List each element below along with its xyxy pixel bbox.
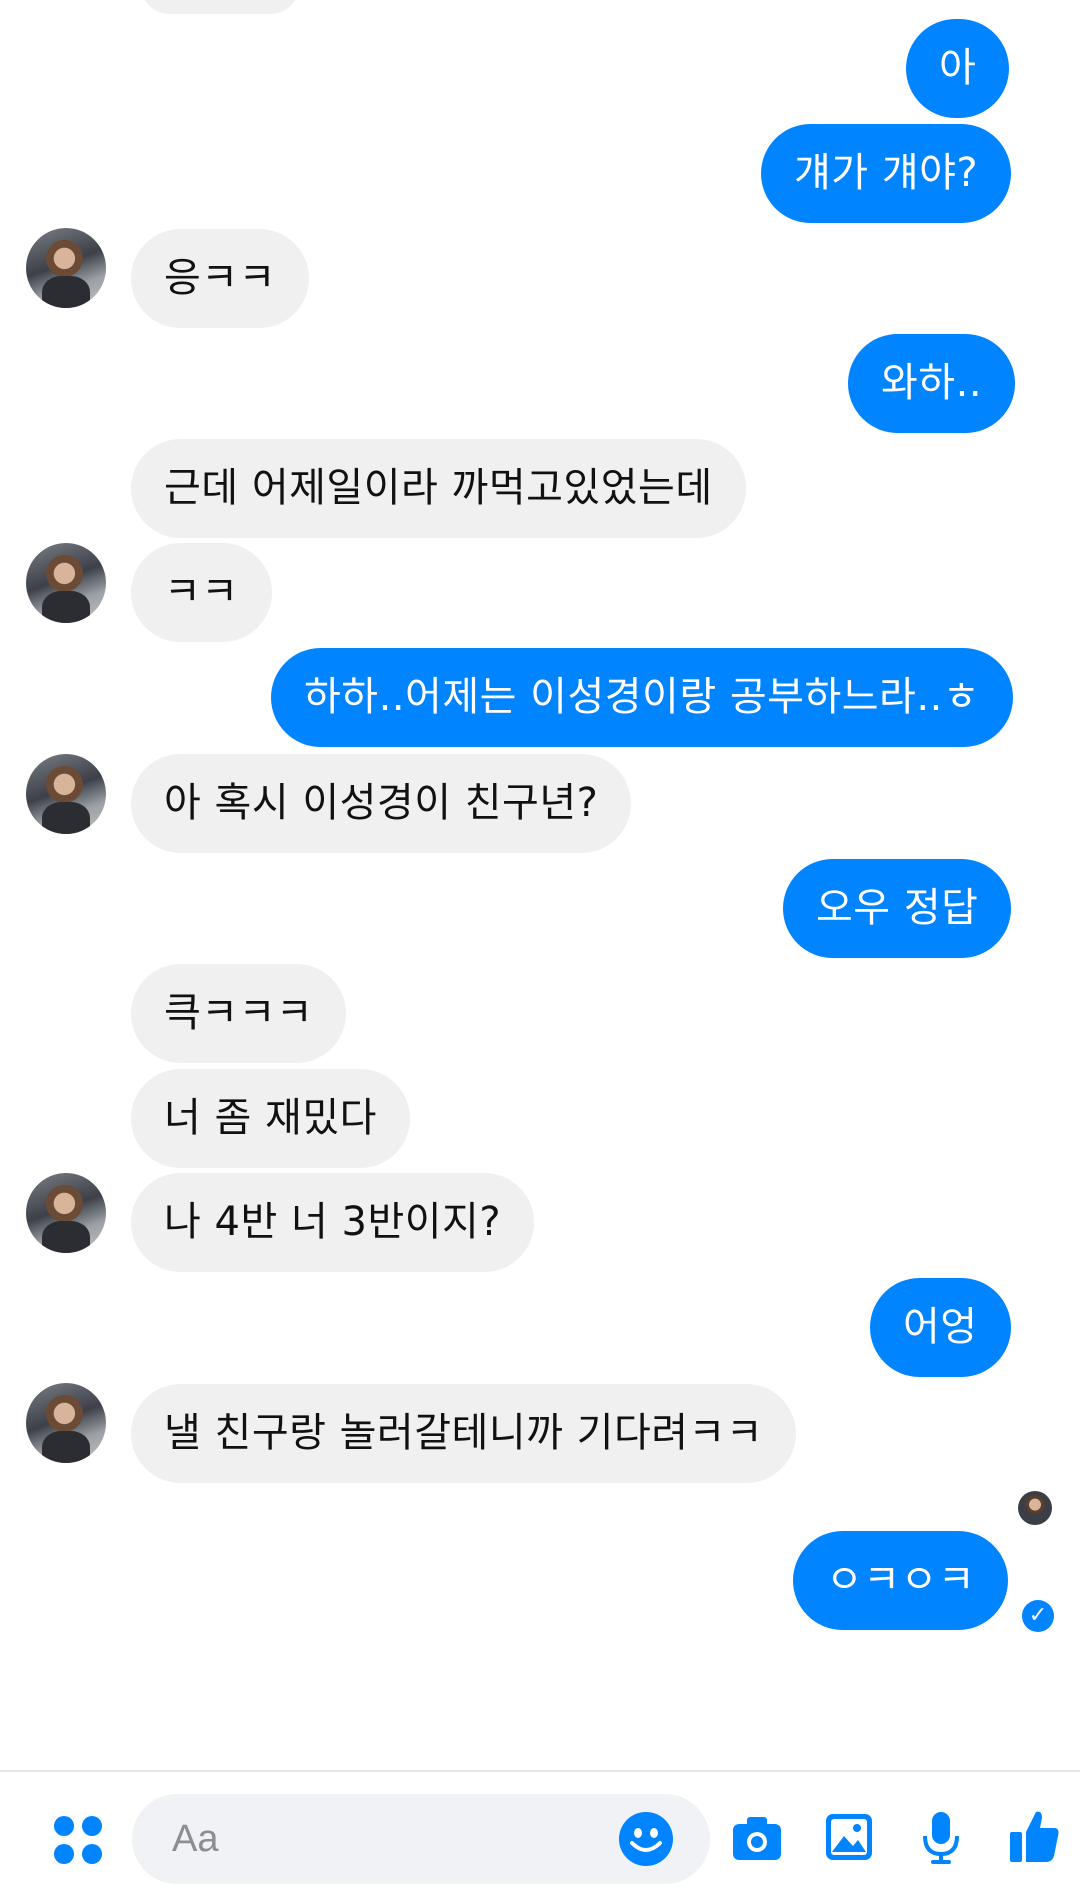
message-thread[interactable]: 아 걔가 걔야? 응ㅋㅋ 와하.. 근데 어제일이라 까먹고있었는데 ㅋㅋ 하하… (0, 0, 1080, 1770)
message-composer (0, 1770, 1080, 1892)
message-bubble-incoming[interactable]: 아 혹시 이성경이 친구년? (131, 754, 632, 853)
message-bubble-outgoing[interactable]: ㅇㅋㅇㅋ (793, 1531, 1009, 1630)
message-bubble-outgoing[interactable]: 걔가 걔야? (761, 124, 1012, 223)
message-bubble-incoming[interactable]: 근데 어제일이라 까먹고있었는데 (131, 439, 746, 538)
message-bubble-outgoing[interactable]: 어엉 (870, 1278, 1011, 1377)
message-bubble-outgoing[interactable]: 오우 정답 (783, 859, 1012, 958)
image-icon[interactable] (824, 1812, 874, 1862)
contact-avatar[interactable] (26, 543, 106, 623)
check-circle-icon: ✓ (1022, 1600, 1054, 1632)
contact-avatar[interactable] (26, 1173, 106, 1253)
message-bubble-incoming[interactable]: 낼 친구랑 놀러갈테니까 기다려ㅋㅋ (131, 1384, 797, 1483)
message-bubble-outgoing[interactable]: 와하.. (848, 334, 1016, 433)
seen-by-avatar (1018, 1491, 1052, 1525)
message-bubble-incoming[interactable]: ㅋㅋ (131, 543, 272, 642)
message-bubble-incoming[interactable]: 큭ㅋㅋㅋ (131, 964, 347, 1063)
apps-icon[interactable] (52, 1814, 104, 1866)
contact-avatar[interactable] (26, 1383, 106, 1463)
message-bubble-incoming[interactable]: 너 좀 재밌다 (131, 1069, 410, 1168)
message-input-container[interactable] (132, 1794, 710, 1884)
message-bubble-incoming[interactable]: 응ㅋㅋ (131, 229, 309, 328)
message-input[interactable] (172, 1794, 592, 1884)
contact-avatar[interactable] (26, 754, 106, 834)
thumbs-up-icon[interactable] (1008, 1808, 1060, 1864)
contact-avatar[interactable] (26, 228, 106, 308)
message-bubble-incoming[interactable]: 나 4반 너 3반이지? (131, 1173, 535, 1272)
camera-icon[interactable] (731, 1814, 783, 1862)
message-bubble-cutoff (140, 0, 300, 14)
emoji-icon[interactable] (618, 1811, 674, 1867)
message-bubble-outgoing[interactable]: 아 (906, 19, 1010, 118)
microphone-icon[interactable] (920, 1810, 962, 1866)
message-bubble-outgoing[interactable]: 하하..어제는 이성경이랑 공부하느라..ㅎ (271, 648, 1014, 747)
